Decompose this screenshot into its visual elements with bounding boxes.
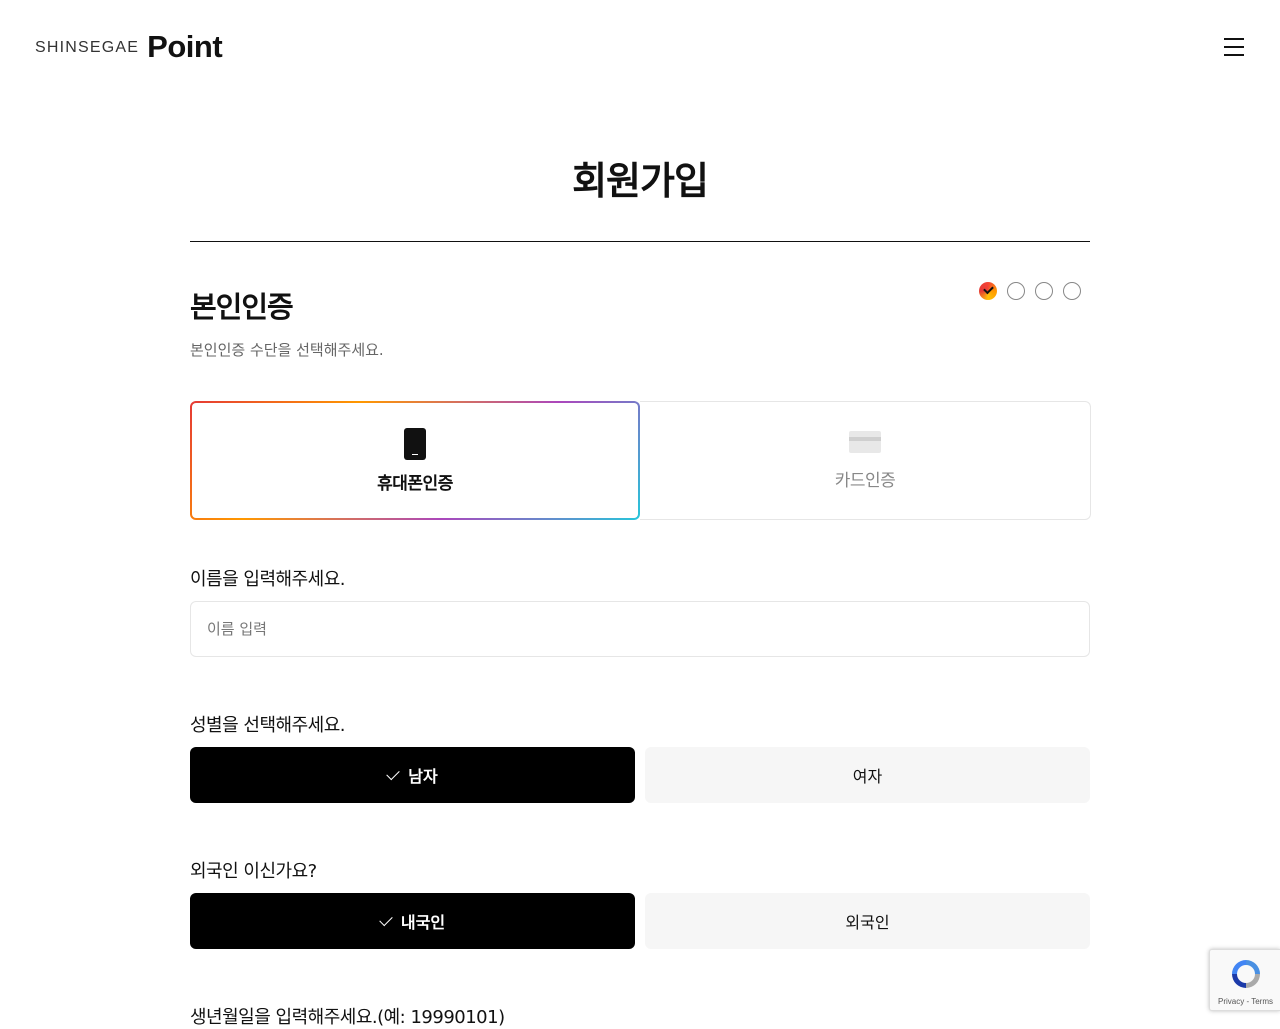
hamburger-icon[interactable] bbox=[1222, 36, 1246, 58]
nationality-foreign-button[interactable]: 외국인 bbox=[645, 893, 1090, 949]
card-auth-option[interactable]: 카드인증 bbox=[640, 401, 1091, 520]
step-1-check-icon bbox=[979, 282, 997, 300]
section-title: 본인인증 bbox=[190, 290, 294, 324]
recaptcha-icon bbox=[1232, 960, 1260, 988]
gender-female-button[interactable]: 여자 bbox=[645, 747, 1090, 803]
nationality-domestic-label: 내국인 bbox=[400, 913, 446, 932]
gender-male-label: 남자 bbox=[408, 767, 438, 786]
section-description: 본인인증 수단을 선택해주세요. bbox=[190, 341, 384, 359]
step-indicator bbox=[979, 282, 1081, 300]
step-3-circle-icon bbox=[1035, 282, 1053, 300]
title-divider bbox=[190, 241, 1090, 242]
name-field-label: 이름을 입력해주세요. bbox=[190, 569, 345, 590]
recaptcha-badge[interactable]: Privacy - Terms bbox=[1209, 949, 1280, 1011]
gender-female-label: 여자 bbox=[852, 767, 883, 786]
step-2-circle-icon bbox=[1007, 282, 1025, 300]
name-input[interactable] bbox=[190, 601, 1090, 657]
nationality-field-label: 외국인 이신가요? bbox=[190, 861, 317, 882]
step-4-circle-icon bbox=[1063, 282, 1081, 300]
nationality-foreign-label: 외국인 bbox=[845, 913, 890, 932]
check-icon bbox=[379, 912, 393, 926]
credit-card-icon bbox=[849, 430, 881, 453]
logo-wordmark-small: SHINSEGAE bbox=[35, 39, 140, 56]
recaptcha-privacy-terms[interactable]: Privacy - Terms bbox=[1210, 997, 1280, 1006]
card-auth-label: 카드인증 bbox=[834, 470, 896, 491]
nationality-domestic-button[interactable]: 내국인 bbox=[190, 893, 635, 949]
phone-auth-label: 휴대폰인증 bbox=[377, 473, 453, 494]
birthdate-field-label: 생년월일을 입력해주세요.(예: 19990101) bbox=[190, 1007, 505, 1028]
logo-wordmark-point: Point bbox=[147, 29, 223, 64]
gender-field-label: 성별을 선택해주세요. bbox=[190, 715, 345, 736]
site-header: SHINSEGAE Point bbox=[0, 0, 1280, 92]
gender-male-button[interactable]: 남자 bbox=[190, 747, 635, 803]
mobile-phone-icon bbox=[404, 427, 426, 460]
check-icon bbox=[386, 766, 400, 780]
shinsegae-point-logo[interactable]: SHINSEGAE Point bbox=[35, 28, 223, 64]
phone-auth-option[interactable]: 휴대폰인증 bbox=[190, 401, 640, 520]
page-title: 회원가입 bbox=[572, 159, 709, 203]
